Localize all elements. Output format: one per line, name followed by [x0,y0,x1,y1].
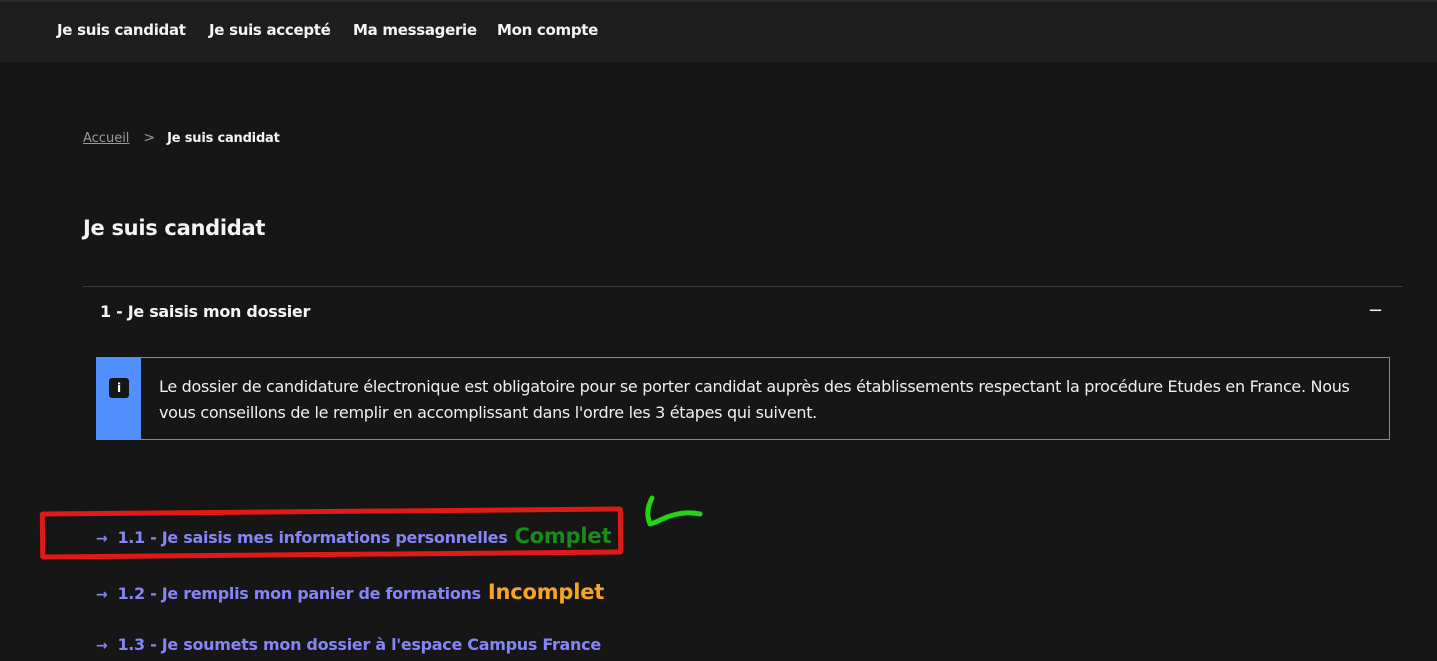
step-link-soumettre-dossier[interactable]: 1.3 - Je soumets mon dossier à l'espace … [117,635,601,654]
step-link-panier-formations[interactable]: 1.2 - Je remplis mon panier de formation… [117,584,481,603]
notice-band: i [97,358,141,439]
annotation-green-arrow-icon [645,495,703,527]
nav-item-je-suis-candidat[interactable]: Je suis candidat [57,21,186,39]
arrow-right-icon: → [96,638,108,654]
arrow-right-icon: → [96,587,108,603]
breadcrumb-home-link[interactable]: Accueil [83,131,129,146]
nav-item-ma-messagerie[interactable]: Ma messagerie [353,21,477,39]
top-navigation: Je suis candidat Je suis accepté Ma mess… [0,0,1437,62]
nav-item-je-suis-accepte[interactable]: Je suis accepté [209,21,331,39]
accordion-header-dossier[interactable]: 1 - Je saisis mon dossier − [83,287,1403,339]
annotation-red-box [39,506,624,560]
info-notice: i Le dossier de candidature électronique… [96,357,1390,440]
step-1-2[interactable]: → 1.2 - Je remplis mon panier de formati… [96,580,604,604]
breadcrumb: Accueil > Je suis candidat [83,130,280,146]
collapse-icon[interactable]: − [1368,300,1383,321]
step-1-3[interactable]: → 1.3 - Je soumets mon dossier à l'espac… [96,635,601,654]
info-icon: i [109,378,129,398]
breadcrumb-current: Je suis candidat [167,130,280,146]
chevron-right-icon: > [143,130,156,146]
notice-text: Le dossier de candidature électronique e… [159,377,1350,422]
status-incomplet: Incomplet [487,580,605,604]
nav-item-mon-compte[interactable]: Mon compte [497,21,598,39]
page-title: Je suis candidat [83,216,266,240]
accordion-title: 1 - Je saisis mon dossier [100,302,311,321]
